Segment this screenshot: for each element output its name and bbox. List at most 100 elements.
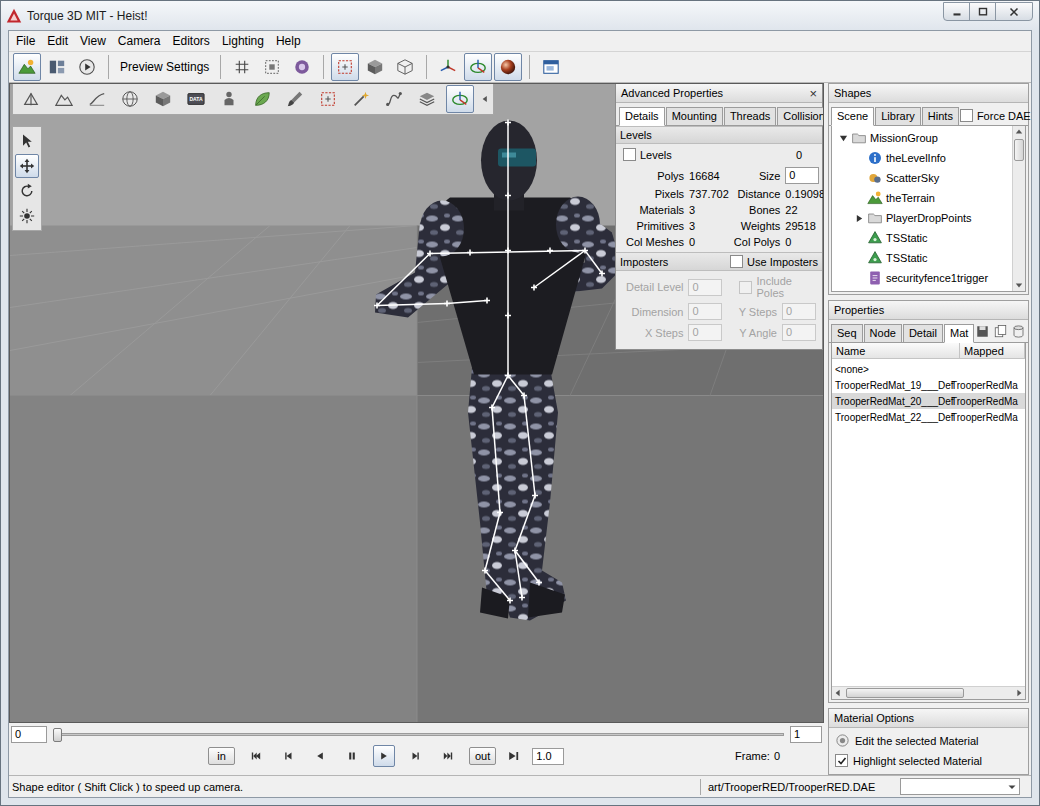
object-tool-button[interactable]	[83, 85, 111, 113]
panel-close-button[interactable]: ×	[809, 87, 817, 100]
expander[interactable]	[854, 213, 864, 223]
toolbar-button[interactable]	[434, 53, 462, 81]
tab[interactable]: Threads	[724, 107, 776, 126]
palette-tool-button[interactable]	[15, 129, 39, 153]
object-tool-button[interactable]	[215, 85, 243, 113]
object-tool-button[interactable]	[281, 85, 309, 113]
transport-button[interactable]	[309, 745, 331, 767]
checkbox[interactable]	[730, 255, 743, 268]
column-header[interactable]: Mapped	[960, 343, 1025, 358]
menu-item[interactable]: File	[10, 32, 41, 50]
tab[interactable]: Library	[875, 107, 921, 126]
menu-item[interactable]: View	[74, 32, 112, 50]
transport-button[interactable]	[437, 745, 459, 767]
object-tool-button[interactable]	[17, 85, 45, 113]
end-frame-field[interactable]: 1	[790, 726, 822, 743]
edit-material-button[interactable]: Edit the selected Material	[835, 733, 1022, 748]
menu-item[interactable]: Help	[270, 32, 307, 50]
object-tool-button[interactable]	[413, 85, 441, 113]
preview-settings-button[interactable]: Preview Settings	[116, 60, 213, 74]
trigger-icon	[867, 270, 883, 286]
tab[interactable]: Scene	[831, 107, 874, 126]
tab[interactable]: Collision	[777, 107, 824, 126]
tab[interactable]: Seq	[831, 324, 863, 343]
checkbox[interactable]	[835, 754, 848, 767]
horizontal-scrollbar[interactable]	[832, 686, 1025, 699]
force-dae-checkbox[interactable]: Force DAE	[960, 109, 1031, 122]
toolbar-button[interactable]	[464, 53, 492, 81]
start-frame-field[interactable]: 0	[11, 726, 47, 743]
object-tool-button[interactable]	[248, 85, 276, 113]
tree-item[interactable]: MissionGroup	[832, 128, 1012, 148]
transport-button[interactable]	[341, 745, 363, 767]
palette-tool-button[interactable]	[15, 154, 39, 178]
tab[interactable]: Mounting	[666, 107, 723, 126]
material-row[interactable]: <none>	[832, 361, 1025, 377]
tab[interactable]: Mat	[944, 324, 974, 343]
use-imposters-checkbox[interactable]: Use Imposters	[730, 255, 818, 268]
toolbar-button[interactable]	[73, 53, 101, 81]
toolbar-button[interactable]	[43, 53, 71, 81]
toolbar-button[interactable]	[494, 53, 522, 81]
menu-item[interactable]: Camera	[112, 32, 167, 50]
toolbar-button[interactable]	[13, 53, 41, 81]
checkbox[interactable]	[960, 109, 973, 122]
maximize-button[interactable]	[969, 2, 996, 21]
object-tool-button[interactable]	[149, 85, 177, 113]
tree-item[interactable]: TSStatic	[832, 248, 1012, 268]
tree-item[interactable]: TSStatic	[832, 228, 1012, 248]
expander[interactable]	[838, 133, 848, 143]
first-icon	[249, 749, 263, 763]
object-tool-button[interactable]	[116, 85, 144, 113]
slider-thumb[interactable]	[53, 728, 62, 742]
toolbar-button[interactable]	[331, 53, 359, 81]
tab[interactable]: Node	[864, 324, 902, 343]
palette-tool-button[interactable]	[15, 204, 39, 228]
tree-item[interactable]: PlayerDropPoints	[832, 208, 1012, 228]
transport-button[interactable]	[373, 745, 395, 767]
toolbar-button[interactable]	[258, 53, 286, 81]
object-tool-button[interactable]	[50, 85, 78, 113]
transport-button[interactable]	[277, 745, 299, 767]
levels-checkbox[interactable]: Levels	[623, 148, 672, 161]
material-row[interactable]: TrooperRedMat_22___DefTrooperRedMa	[832, 409, 1025, 425]
status-dropdown[interactable]	[900, 778, 1020, 795]
transport-button[interactable]	[245, 745, 267, 767]
material-row[interactable]: TrooperRedMat_19___DefTrooperRedMa	[832, 377, 1025, 393]
toolbar-button[interactable]	[361, 53, 389, 81]
highlight-material-checkbox[interactable]: Highlight selected Material	[835, 754, 1022, 767]
toolbar-button[interactable]	[228, 53, 256, 81]
object-tool-button[interactable]	[446, 85, 474, 113]
object-tool-button[interactable]	[314, 85, 342, 113]
minimize-button[interactable]	[943, 2, 970, 21]
tab[interactable]: Hints	[922, 107, 959, 126]
object-tool-button[interactable]: DATA	[182, 85, 210, 113]
speed-field[interactable]: 1.0	[532, 748, 564, 765]
toolbar-button[interactable]	[391, 53, 419, 81]
vertical-scrollbar[interactable]	[1012, 126, 1025, 291]
in-button[interactable]: in	[208, 747, 235, 765]
menu-item[interactable]: Editors	[167, 32, 216, 50]
character-model[interactable]	[375, 121, 622, 621]
object-tool-button[interactable]	[347, 85, 375, 113]
toolbar-button[interactable]	[288, 53, 316, 81]
tree-item[interactable]: ScatterSky	[832, 168, 1012, 188]
tree-item[interactable]: securityfence1trigger	[832, 268, 1012, 288]
tab[interactable]: Details	[619, 107, 665, 126]
tab[interactable]: Detail	[903, 324, 943, 343]
out-button[interactable]: out	[469, 747, 496, 765]
stat-field[interactable]: 0	[785, 167, 819, 184]
transport-button[interactable]	[405, 745, 427, 767]
tree-item[interactable]: theLevelInfo	[832, 148, 1012, 168]
close-button[interactable]	[995, 2, 1033, 21]
material-row[interactable]: TrooperRedMat_20___DefTrooperRedMa	[832, 393, 1025, 409]
menu-item[interactable]: Lighting	[216, 32, 270, 50]
column-header[interactable]: Name	[832, 343, 960, 358]
timeline-slider[interactable]	[53, 728, 784, 742]
object-tool-button[interactable]	[380, 85, 408, 113]
palette-tool-button[interactable]	[15, 179, 39, 203]
menu-item[interactable]: Edit	[41, 32, 74, 50]
toolbar-button[interactable]	[537, 53, 565, 81]
checkbox[interactable]	[623, 148, 636, 161]
tree-item[interactable]: theTerrain	[832, 188, 1012, 208]
